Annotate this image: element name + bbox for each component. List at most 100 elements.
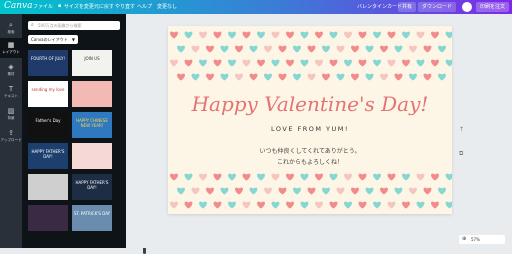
rail-item-background[interactable]: ▨ 背景: [0, 104, 22, 124]
layout-thumbnail[interactable]: Father's Day: [28, 112, 68, 138]
heart-shape: [206, 45, 214, 53]
heart-shape: [402, 31, 410, 39]
heart-shape: [286, 201, 294, 209]
heart-shape: [257, 31, 265, 39]
card-message-line2[interactable]: これからもよろしくね！: [168, 157, 452, 166]
rail-item-layout[interactable]: ▦ レイアウト: [0, 38, 22, 58]
menu-help[interactable]: ヘルプ: [137, 3, 152, 10]
heart-shape: [228, 201, 236, 209]
rail-item-elements[interactable]: ◈ 素材: [0, 60, 22, 80]
heart-shape: [416, 201, 425, 209]
heart-shape: [177, 73, 185, 81]
zoom-control[interactable]: ⊕ 57%: [459, 235, 505, 244]
layout-thumbnail[interactable]: [28, 205, 68, 231]
card-message-line1[interactable]: いつも仲良くしてくれてありがとう。: [168, 146, 452, 155]
layout-thumbnail[interactable]: FOURTH OF JULY!: [28, 50, 68, 76]
menu-file[interactable]: ファイル: [33, 3, 53, 10]
heart-shape: [271, 173, 280, 181]
heart-shape: [286, 59, 294, 67]
heart-shape: [170, 173, 178, 181]
heart-shape: [293, 73, 301, 81]
layout-thumbnail[interactable]: [72, 81, 112, 107]
heart-shape: [257, 173, 265, 181]
heart-shape: [387, 173, 396, 181]
rail-item-text[interactable]: T テキスト: [0, 82, 22, 102]
layout-thumbnail[interactable]: [28, 174, 68, 200]
heart-shape: [286, 173, 294, 181]
heart-shape: [423, 187, 432, 195]
heart-shape: [387, 59, 396, 67]
heart-shape: [445, 59, 452, 67]
layout-thumbnail[interactable]: sending my love: [28, 81, 68, 107]
heart-shape: [336, 45, 345, 53]
document-title[interactable]: バレンタインカード: [357, 3, 402, 10]
layout-thumbnail[interactable]: HAPPY FATHER'S DAY!: [28, 143, 68, 169]
search-input[interactable]: ⌕ 500万点の画像から検索: [28, 21, 120, 30]
heart-shape: [228, 59, 236, 67]
heart-shape: [235, 73, 243, 81]
menu-redo[interactable]: やり直す: [115, 3, 135, 10]
heart-shape: [184, 31, 193, 39]
heart-shape: [206, 73, 214, 81]
heart-shape: [351, 73, 359, 81]
heart-shape: [242, 173, 251, 181]
design-card[interactable]: Happy Valentine's Day! LOVE FROM YUM! いつ…: [168, 26, 452, 214]
heart-shape: [228, 31, 236, 39]
heart-shape: [300, 201, 309, 209]
layout-dropdown[interactable]: Canvaのレイアウト ▼: [28, 35, 78, 44]
heart-shape: [351, 187, 359, 195]
heart-shape: [300, 59, 309, 67]
heart-shape: [409, 187, 417, 195]
heart-shape: [307, 187, 316, 195]
card-subtitle[interactable]: LOVE FROM YUM!: [168, 125, 452, 133]
heart-shape: [416, 173, 425, 181]
rail-item-search[interactable]: ⌕ 検索: [0, 18, 22, 38]
heart-shape: [373, 31, 381, 39]
rail-item-upload[interactable]: ⇪ アップロード: [0, 126, 22, 146]
layout-thumbnail[interactable]: JOIN US: [72, 50, 112, 76]
heart-shape: [220, 73, 229, 81]
search-icon: ⌕: [9, 21, 13, 29]
layout-thumbnail[interactable]: [72, 143, 112, 169]
heart-shape: [431, 201, 439, 209]
card-title[interactable]: Happy Valentine's Day!: [168, 92, 452, 116]
layout-thumbnail[interactable]: HAPPY CHINESE NEW YEAR!: [72, 112, 112, 138]
heart-shape: [213, 173, 222, 181]
heart-shape: [213, 201, 222, 209]
heart-shape: [315, 31, 323, 39]
heart-shape: [220, 187, 229, 195]
save-status: 変更なし: [157, 4, 178, 10]
arrow-up-icon[interactable]: ↑: [459, 126, 464, 133]
text-icon: T: [8, 85, 14, 93]
heart-shape: [358, 59, 367, 67]
heart-shape: [206, 187, 214, 195]
heart-shape: [315, 201, 323, 209]
print-button[interactable]: 印刷を注文: [476, 2, 510, 12]
copy-page-icon[interactable]: ⧉: [459, 150, 463, 158]
heart-shape: [213, 59, 222, 67]
heart-shape: [394, 187, 403, 195]
heart-shape: [322, 45, 330, 53]
avatar[interactable]: [462, 2, 472, 12]
heart-shape: [242, 31, 251, 39]
heart-shape: [264, 45, 272, 53]
zoom-icon: ⊕: [462, 236, 467, 242]
heart-shape: [387, 201, 396, 209]
menu-undo[interactable]: 元に戻す: [94, 3, 114, 10]
layout-thumbnail[interactable]: ST. PATRICK'S DAY: [72, 205, 112, 231]
search-icon: ⌕: [31, 22, 34, 28]
menu-resize[interactable]: サイズを変更: [64, 3, 94, 10]
layout-thumbnail[interactable]: HAPPY FATHER'S DAY!: [72, 174, 112, 200]
heart-shape: [344, 31, 352, 39]
heart-shape: [365, 187, 374, 195]
download-button[interactable]: ダウンロード: [418, 2, 457, 12]
heart-shape: [329, 59, 338, 67]
upload-icon: ⇪: [8, 129, 14, 137]
canva-logo[interactable]: Canva: [4, 1, 33, 11]
heart-shape: [271, 59, 280, 67]
heart-shape: [242, 201, 251, 209]
heart-shape: [409, 73, 417, 81]
heart-shape: [373, 173, 381, 181]
share-button[interactable]: 共有: [398, 2, 417, 12]
heart-shape: [257, 59, 265, 67]
